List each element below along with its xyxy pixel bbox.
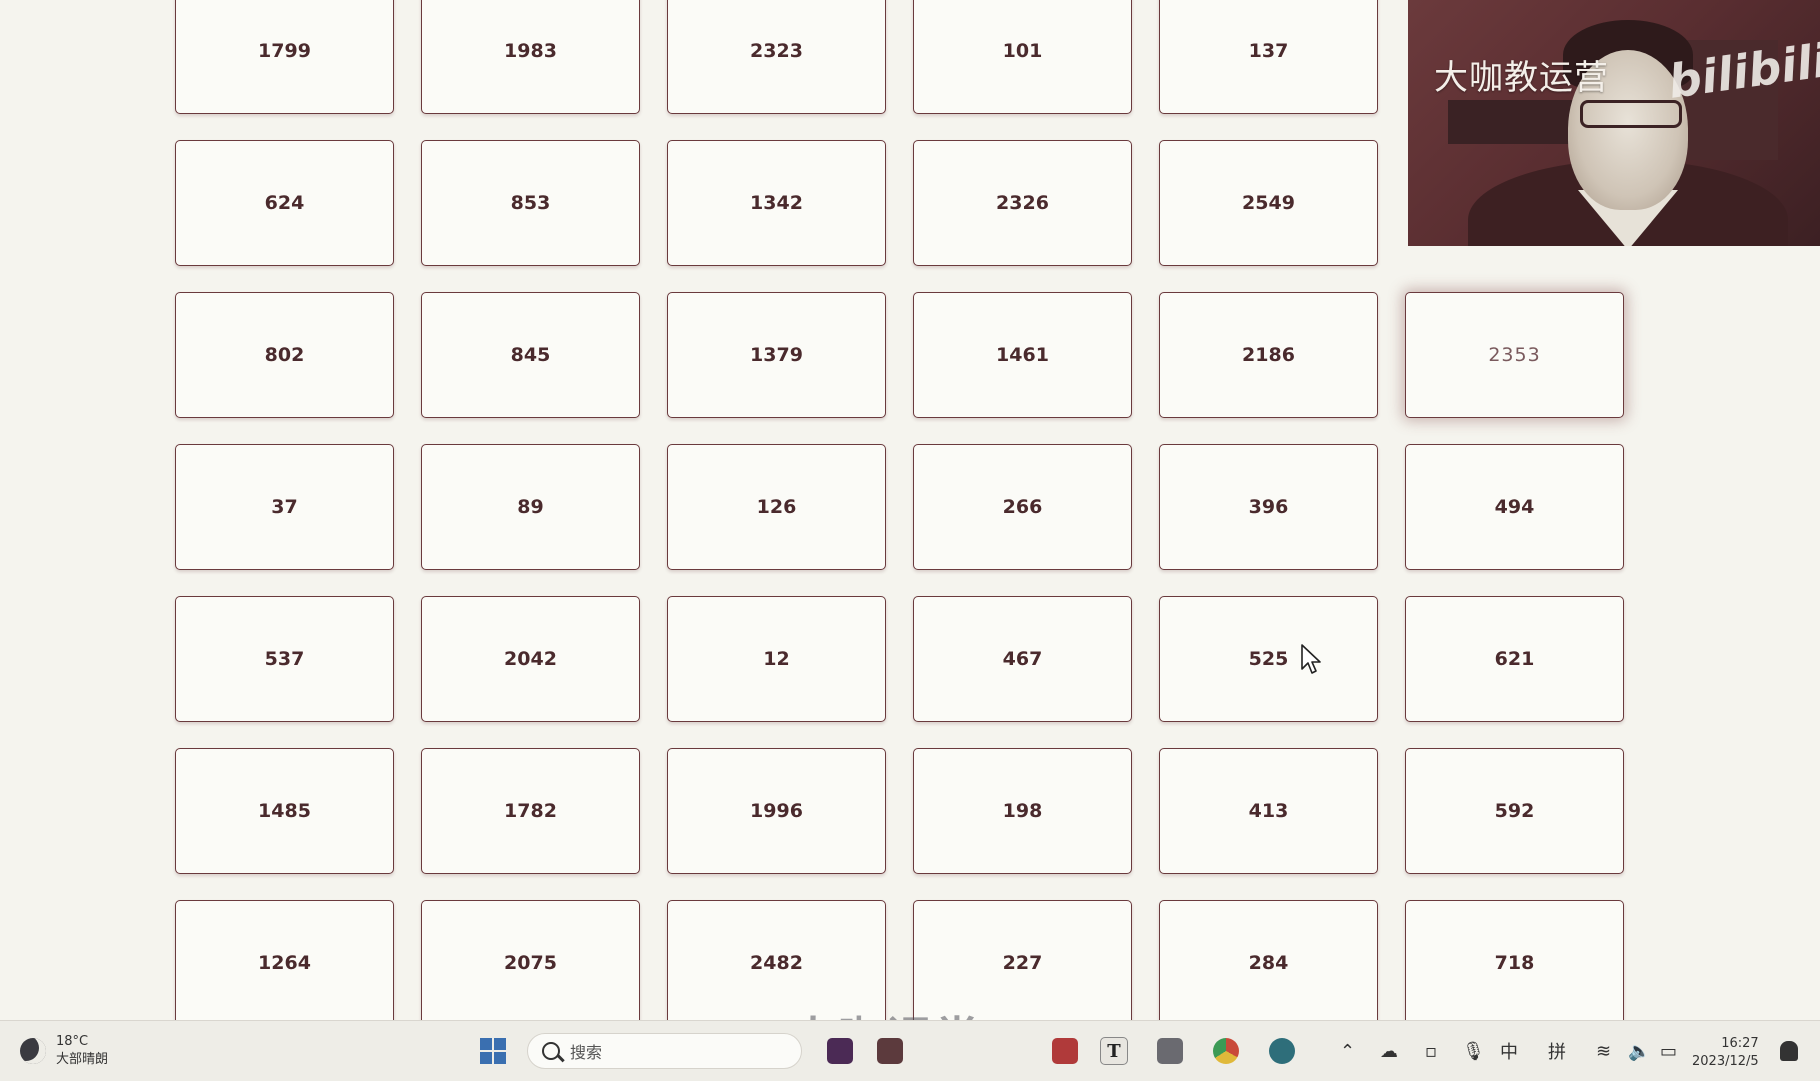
taskbar-app-chrome[interactable] [1206,1031,1246,1071]
battery-icon: ▭ [1660,1040,1678,1062]
number-card[interactable]: 2042 [421,596,640,722]
number-card[interactable]: 592 [1405,748,1624,874]
webcam-title: 大咖教运营 [1434,58,1609,98]
number-card[interactable]: 1782 [421,748,640,874]
number-card[interactable]: 2326 [913,140,1132,266]
mouse-cursor-icon [1301,644,1321,674]
number-card[interactable]: 37 [175,444,394,570]
battery-tray[interactable]: ▭ [1660,1021,1677,1081]
number-card[interactable]: 718 [1405,900,1624,1020]
windows-icon [480,1038,506,1064]
weather-widget[interactable]: 18°C 大部晴朗 [20,1033,108,1069]
clock-time: 16:27 [1721,1036,1759,1051]
presenter-glasses [1580,100,1682,128]
taskbar: 18°C 大部晴朗 搜索 T ⌃ ☁ ▫ 🎙 中 拼 ≋ 🔈 ▭ 16:27 2 [0,1020,1820,1081]
number-card[interactable]: 845 [421,292,640,418]
number-card[interactable]: 2075 [421,900,640,1020]
microphone-icon: 🎙 [1462,1040,1485,1062]
number-card[interactable]: 802 [175,292,394,418]
microphone-tray[interactable]: 🎙 [1462,1021,1485,1081]
number-card[interactable]: 2353 [1405,292,1624,418]
number-card[interactable]: 1799 [175,0,394,114]
system-clock[interactable]: 16:27 2023/12/5 [1692,1035,1759,1071]
number-card[interactable]: 2186 [1159,292,1378,418]
number-card[interactable]: 621 [1405,596,1624,722]
number-card[interactable]: 1461 [913,292,1132,418]
number-card[interactable]: 101 [913,0,1132,114]
number-card[interactable]: 1264 [175,900,394,1020]
number-card[interactable]: 12 [667,596,886,722]
cloud-icon: ☁ [1380,1040,1398,1062]
notepad-icon [1157,1038,1183,1064]
premiere-icon [827,1038,853,1064]
number-card[interactable]: 853 [421,140,640,266]
number-card[interactable]: 537 [175,596,394,722]
volume-tray[interactable]: 🔈 [1628,1021,1650,1081]
file-explorer-icon [877,1038,903,1064]
tray-app-icon: ▫ [1425,1040,1438,1062]
number-card-grid: 1799 1983 2323 101 137 624 853 1342 2326 2549 802 8… [175,0,1624,1020]
number-card[interactable]: 624 [175,140,394,266]
number-card[interactable]: 266 [913,444,1132,570]
moon-icon [20,1038,46,1064]
number-card[interactable]: 137 [1159,0,1378,114]
onedrive-tray[interactable]: ☁ [1380,1021,1398,1081]
number-card[interactable]: 89 [421,444,640,570]
ime-mode[interactable]: 拼 [1548,1021,1566,1081]
number-card[interactable]: 198 [913,748,1132,874]
number-card[interactable]: 413 [1159,748,1378,874]
ime-mode-label: 拼 [1548,1042,1566,1063]
search-icon [542,1042,560,1060]
show-hidden-icons-button[interactable]: ⌃ [1340,1021,1355,1081]
network-tray[interactable]: ≋ [1596,1021,1611,1081]
number-card[interactable]: 2482 [667,900,886,1020]
clock-date: 2023/12/5 [1692,1054,1759,1069]
taskbar-app-files[interactable] [870,1031,910,1071]
wifi-icon: ≋ [1596,1040,1612,1062]
notification-bell-icon[interactable] [1780,1041,1798,1061]
chevron-up-icon: ⌃ [1340,1040,1356,1062]
number-card[interactable]: 2323 [667,0,886,114]
ime-language[interactable]: 中 [1500,1021,1518,1081]
taskbar-app-typora[interactable]: T [1094,1031,1134,1071]
taskbar-app-premiere[interactable] [820,1031,860,1071]
number-card[interactable]: 1342 [667,140,886,266]
chrome-icon [1213,1038,1239,1064]
number-card[interactable]: 2549 [1159,140,1378,266]
number-card[interactable]: 227 [913,900,1132,1020]
speaker-icon: 🔈 [1628,1040,1651,1062]
app-icon [1052,1038,1078,1064]
number-card[interactable]: 284 [1159,900,1378,1020]
number-card[interactable]: 494 [1405,444,1624,570]
number-card[interactable]: 396 [1159,444,1378,570]
ime-language-label: 中 [1500,1042,1518,1063]
taskbar-app-red[interactable] [1045,1031,1085,1071]
edge-dev-icon [1269,1038,1295,1064]
number-card[interactable]: 126 [667,444,886,570]
text-editor-icon: T [1100,1037,1128,1065]
taskbar-search[interactable]: 搜索 [527,1033,802,1069]
number-card[interactable]: 1379 [667,292,886,418]
number-card[interactable]: 1983 [421,0,640,114]
start-button[interactable] [473,1031,513,1071]
number-card[interactable]: 1485 [175,748,394,874]
tray-app[interactable]: ▫ [1425,1021,1437,1081]
weather-temperature: 18°C [56,1034,89,1049]
number-card[interactable]: 525 [1159,596,1378,722]
search-placeholder: 搜索 [570,1043,603,1062]
number-card[interactable]: 1996 [667,748,886,874]
page-content: 1799 1983 2323 101 137 624 853 1342 2326 2549 802 8… [0,0,1820,1020]
webcam-overlay: 大咖教运营 bilibili [1408,0,1820,246]
taskbar-app-notepad[interactable] [1150,1031,1190,1071]
number-card[interactable]: 467 [913,596,1132,722]
weather-description: 大部晴朗 [56,1052,109,1067]
taskbar-app-edge-dev[interactable] [1262,1031,1302,1071]
